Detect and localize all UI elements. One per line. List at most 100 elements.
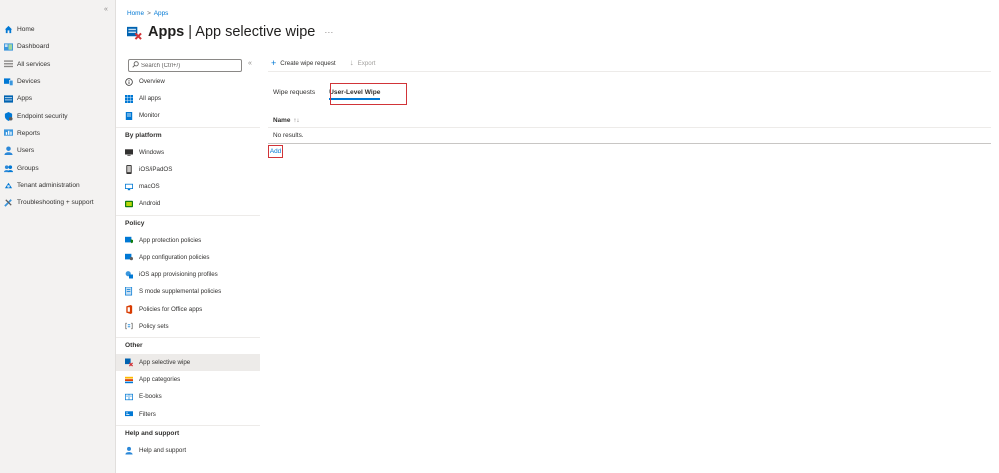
menu-item-label: Policies for Office apps xyxy=(139,305,203,313)
menu-collapse-icon[interactable]: « xyxy=(248,60,252,67)
nav-item-reports[interactable]: Reports xyxy=(0,125,116,142)
search-icon xyxy=(132,61,139,70)
menu-item-app-configuration-policies[interactable]: App configuration policies xyxy=(116,249,260,266)
menu-item-label: Monitor xyxy=(139,112,160,120)
nav-item-label: Dashboard xyxy=(17,43,50,51)
brackets-icon xyxy=(125,322,133,330)
column-header-name[interactable]: Name ↑↓ xyxy=(273,117,299,124)
export-button[interactable]: ↓ Export xyxy=(350,59,376,67)
nav-item-dashboard[interactable]: Dashboard xyxy=(0,38,116,55)
menu-item-label: App selective wipe xyxy=(139,359,191,367)
menu-item-android[interactable]: Android xyxy=(116,195,260,212)
menu-item-label: Android xyxy=(139,200,161,208)
nav-item-label: Troubleshooting + support xyxy=(17,199,94,207)
menu-item-app-protection-policies[interactable]: App protection policies xyxy=(116,232,260,249)
menu-item-macos[interactable]: macOS xyxy=(116,178,260,195)
menu-item-ios-provisioning-profiles[interactable]: iOS app provisioning profiles xyxy=(116,266,260,283)
empty-state-text: No results. xyxy=(273,132,304,139)
nav-item-troubleshooting[interactable]: Troubleshooting + support xyxy=(0,194,116,211)
wipe-icon xyxy=(125,358,133,367)
nav-item-endpoint-security[interactable]: Endpoint security xyxy=(0,107,116,124)
devices-icon xyxy=(4,77,13,86)
nav-item-label: Endpoint security xyxy=(17,112,68,120)
menu-item-label: Overview xyxy=(139,78,165,86)
menu-item-s-mode-policies[interactable]: S mode supplemental policies xyxy=(116,283,260,300)
menu-item-ios[interactable]: iOS/iPadOS xyxy=(116,161,260,178)
apps-icon xyxy=(4,94,13,103)
breadcrumb: Home > Apps xyxy=(127,10,168,17)
monitor-icon xyxy=(125,111,133,120)
menu-item-overview[interactable]: Overview xyxy=(116,73,260,90)
menu-item-e-books[interactable]: E-books xyxy=(116,388,260,405)
sort-icon: ↑↓ xyxy=(293,117,300,124)
menu-item-label: App protection policies xyxy=(139,236,202,244)
menu-item-label: Filters xyxy=(139,410,156,418)
page-title-main: Apps xyxy=(148,24,185,40)
command-bar: + Create wipe request ↓ Export xyxy=(268,55,991,72)
menu-item-label: App configuration policies xyxy=(139,253,210,261)
search-box[interactable] xyxy=(128,59,242,72)
search-input[interactable] xyxy=(141,62,239,69)
tab-wipe-requests[interactable]: Wipe requests xyxy=(273,89,315,100)
menu-item-policy-sets[interactable]: Policy sets xyxy=(116,318,260,335)
menu-item-app-categories[interactable]: App categories xyxy=(116,371,260,388)
menu-item-windows[interactable]: Windows xyxy=(116,144,260,161)
list-icon xyxy=(4,60,13,69)
nav-item-label: Groups xyxy=(17,164,39,172)
nav-item-apps[interactable]: Apps xyxy=(0,90,116,107)
menu-item-all-apps[interactable]: All apps xyxy=(116,90,260,107)
nav-item-groups[interactable]: Groups xyxy=(0,159,116,176)
plus-icon: + xyxy=(271,57,277,68)
page-title-sub: App selective wipe xyxy=(195,24,316,40)
config-icon xyxy=(125,253,133,261)
menu-item-label: All apps xyxy=(139,95,162,103)
menu-item-monitor[interactable]: Monitor xyxy=(116,107,260,124)
mac-icon xyxy=(125,183,133,191)
breadcrumb-separator: > xyxy=(147,10,151,17)
resource-menu: « Overview All apps Monitor By platform … xyxy=(116,55,260,473)
section-policy: Policy xyxy=(116,214,260,232)
info-icon xyxy=(125,77,133,86)
home-icon xyxy=(4,25,13,34)
left-nav: « Home Dashboard All services Devices Ap… xyxy=(0,0,116,473)
reports-icon xyxy=(4,129,13,138)
menu-item-app-selective-wipe[interactable]: App selective wipe xyxy=(116,354,260,372)
tenant-icon xyxy=(4,181,13,190)
menu-item-policies-office-apps[interactable]: Policies for Office apps xyxy=(116,300,260,317)
create-wipe-request-button[interactable]: + Create wipe request xyxy=(271,57,336,68)
office-icon xyxy=(125,304,133,314)
breadcrumb-apps[interactable]: Apps xyxy=(154,10,169,17)
nav-item-label: Home xyxy=(17,26,35,34)
section-by-platform: By platform xyxy=(116,126,260,144)
page-title: Apps | App selective wipe xyxy=(148,24,315,40)
nav-item-all-services[interactable]: All services xyxy=(0,56,116,73)
nav-item-label: Apps xyxy=(17,95,33,103)
menu-item-label: macOS xyxy=(139,183,160,191)
menu-item-label: Windows xyxy=(139,148,165,156)
header-divider xyxy=(268,127,991,128)
tools-icon xyxy=(4,198,13,207)
nav-list: Home Dashboard All services Devices Apps… xyxy=(0,21,116,211)
list-divider xyxy=(268,143,991,144)
menu-item-label: E-books xyxy=(139,393,162,401)
nav-item-devices[interactable]: Devices xyxy=(0,73,116,90)
windows-icon xyxy=(125,148,133,156)
grid-icon xyxy=(125,94,133,103)
menu-item-filters[interactable]: Filters xyxy=(116,406,260,423)
menu-item-label: S mode supplemental policies xyxy=(139,288,222,296)
add-link[interactable]: Add xyxy=(268,145,283,158)
menu-item-label: Policy sets xyxy=(139,322,169,330)
nav-item-home[interactable]: Home xyxy=(0,21,116,38)
menu-item-help-and-support[interactable]: Help and support xyxy=(116,442,260,459)
nav-collapse-icon[interactable]: « xyxy=(104,6,108,13)
breadcrumb-home[interactable]: Home xyxy=(127,10,144,17)
shield-icon xyxy=(4,111,13,121)
more-options-icon[interactable]: ··· xyxy=(324,27,333,37)
export-label: Export xyxy=(357,59,376,67)
nav-item-users[interactable]: Users xyxy=(0,142,116,159)
nav-item-tenant-administration[interactable]: Tenant administration xyxy=(0,177,116,194)
nav-item-label: Devices xyxy=(17,78,41,86)
nav-item-label: Users xyxy=(17,147,35,155)
wipe-icon xyxy=(127,25,142,40)
nav-item-label: Tenant administration xyxy=(17,181,80,189)
